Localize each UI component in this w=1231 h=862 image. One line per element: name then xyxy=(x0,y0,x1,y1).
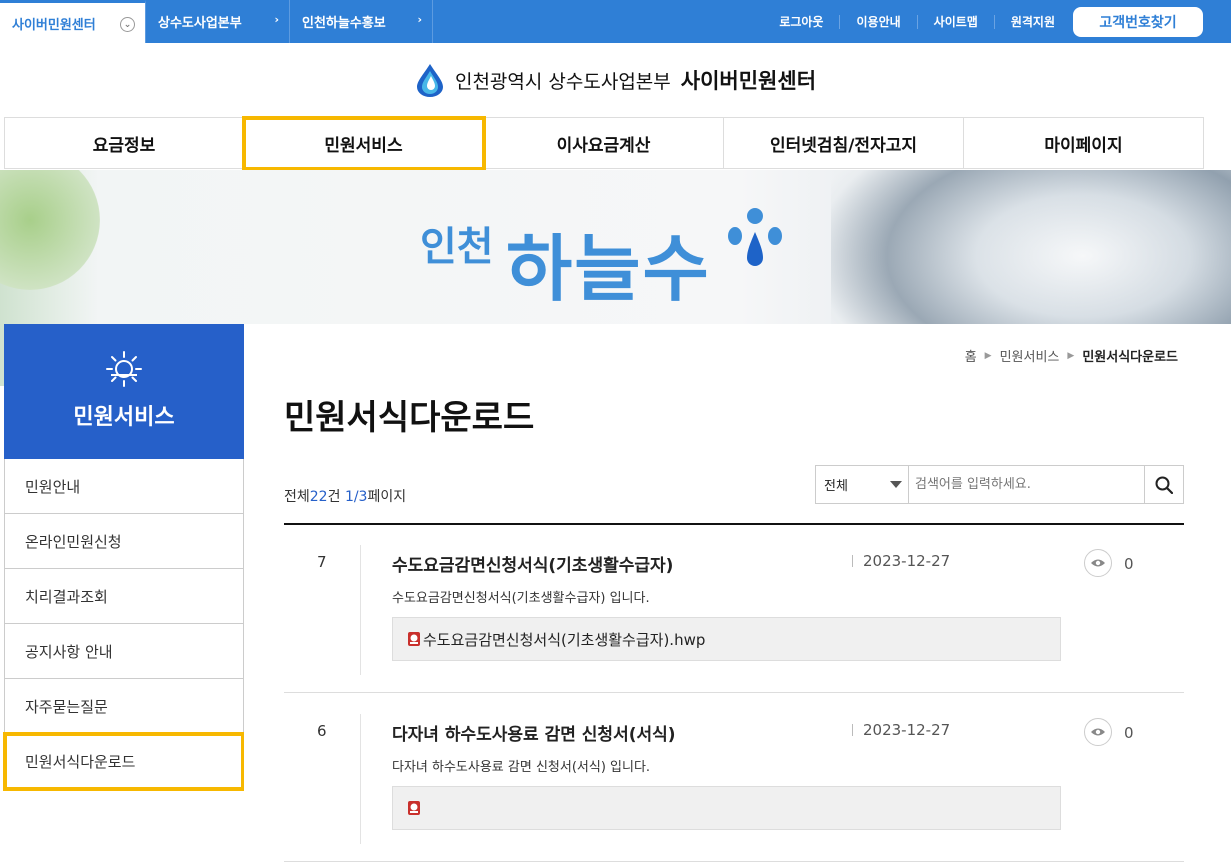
result-count: 전체22건 1/3페이지 xyxy=(284,486,406,506)
side-item-result-lookup[interactable]: 치리결과조회 xyxy=(5,569,243,624)
remote-support-link[interactable]: 원격지원 xyxy=(995,15,1071,29)
count-prefix: 전체 xyxy=(284,489,310,505)
guide-link[interactable]: 이용안내 xyxy=(840,14,918,29)
breadcrumb-parent[interactable]: 민원서비스 xyxy=(1000,346,1060,365)
list-item: 6 다자녀 하수도사용료 감면 신청서(서식) 2023-12-27 0 다자녀… xyxy=(284,694,1184,862)
site-tab-waterworks[interactable]: 상수도사업본부 › xyxy=(146,0,290,43)
side-menu-title: 민원서비스 xyxy=(73,405,175,430)
attachment-link[interactable] xyxy=(392,786,1061,830)
wordmark-small: 인천 xyxy=(420,224,494,270)
chevron-down-icon: ⌄ xyxy=(120,17,135,32)
site-tab-promo[interactable]: 인천하늘수홍보 › xyxy=(290,0,433,43)
eye-icon xyxy=(1084,718,1112,746)
page-title: 민원서식다운로드 xyxy=(284,398,535,438)
breadcrumb-current: 민원서식다운로드 xyxy=(1082,350,1178,365)
find-customer-number-button[interactable]: 고객번호찾기 xyxy=(1073,6,1203,37)
leaf-decoration xyxy=(0,170,100,290)
breadcrumb: 홈 ▶ 민원서비스 ▶ 민원서식다운로드 xyxy=(965,346,1178,365)
item-date: 2023-12-27 xyxy=(852,723,950,738)
nav-civil-service[interactable]: 민원서비스 xyxy=(242,116,486,171)
item-description: 수도요금감면신청서식(기초생활수급자) 입니다. xyxy=(392,591,650,606)
hwp-file-icon xyxy=(408,801,420,815)
search-scope-select[interactable]: 전체 xyxy=(816,466,909,503)
divider xyxy=(360,714,361,844)
utility-links: 로그아웃 이용안내 사이트맵 원격지원 고객번호찾기 xyxy=(763,0,1231,43)
count-total: 22 xyxy=(309,489,328,505)
eye-icon xyxy=(1084,549,1112,577)
item-views: 0 xyxy=(1124,555,1134,573)
main-navigation: 요금정보 민원서비스 이사요금계산 인터넷검침/전자고지 마이페이지 xyxy=(4,116,1204,171)
search-input[interactable] xyxy=(909,466,1144,503)
org-name: 인천광역시 상수도사업본부 xyxy=(454,70,671,93)
side-item-form-download[interactable]: 민원서식다운로드 xyxy=(3,732,245,791)
wordmark-big: 하늘수 xyxy=(506,227,711,311)
side-menu-header: 민원서비스 xyxy=(4,324,244,459)
site-logo[interactable]: 인천광역시 상수도사업본부 사이버민원센터 xyxy=(0,60,1231,100)
top-utility-bar: 사이버민원센터 ⌄ 상수도사업본부 › 인천하늘수홍보 › 로그아웃 이용안내 … xyxy=(0,0,1231,43)
sun-icon xyxy=(106,351,142,387)
main-content: 홈 ▶ 민원서비스 ▶ 민원서식다운로드 민원서식다운로드 전체22건 1/3페… xyxy=(244,324,1231,862)
site-tab-cyber-center[interactable]: 사이버민원센터 ⌄ xyxy=(0,0,146,43)
nav-moving-fee-calc[interactable]: 이사요금계산 xyxy=(484,118,724,169)
side-menu: 민원안내 온라인민원신청 치리결과조회 공지사항 안내 자주묻는질문 민원서식다… xyxy=(3,459,245,791)
search-scope-value: 전체 xyxy=(824,479,848,494)
nav-meter-e-bill[interactable]: 인터넷검침/전자고지 xyxy=(724,118,964,169)
search-bar: 전체 xyxy=(815,465,1184,504)
site-tab-label: 인천하늘수홍보 xyxy=(302,16,386,31)
water-drop-logo-icon xyxy=(416,64,443,97)
side-item-online-request[interactable]: 온라인민원신청 xyxy=(5,514,243,569)
site-tab-label: 상수도사업본부 xyxy=(158,16,242,31)
item-views: 0 xyxy=(1124,724,1134,742)
chevron-right-icon: › xyxy=(274,13,279,26)
count-unit: 건 xyxy=(327,489,345,505)
dropdown-arrow-icon xyxy=(890,481,902,488)
item-title-link[interactable]: 다자녀 하수도사용료 감면 신청서(서식) xyxy=(392,720,676,745)
search-icon xyxy=(1155,476,1173,494)
count-page: 1/3 xyxy=(344,489,368,505)
attachment-filename: 수도요금감면신청서식(기초생활수급자).hwp xyxy=(423,630,706,649)
nav-mypage[interactable]: 마이페이지 xyxy=(964,118,1204,169)
count-suffix: 페이지 xyxy=(367,489,407,505)
item-number: 6 xyxy=(317,722,327,740)
nav-fee-info[interactable]: 요금정보 xyxy=(4,118,244,169)
sitemap-link[interactable]: 사이트맵 xyxy=(918,14,995,29)
item-title-link[interactable]: 수도요금감면신청서식(기초생활수급자) xyxy=(392,551,673,576)
hwp-file-icon xyxy=(408,632,420,646)
item-number: 7 xyxy=(317,553,327,571)
attachment-link[interactable]: 수도요금감면신청서식(기초생활수급자).hwp xyxy=(392,617,1061,661)
site-tab-label: 사이버민원센터 xyxy=(12,17,96,33)
breadcrumb-separator-icon: ▶ xyxy=(1067,350,1075,361)
search-button[interactable] xyxy=(1144,466,1183,503)
item-description: 다자녀 하수도사용료 감면 신청서(서식) 입니다. xyxy=(392,760,651,775)
water-drops-icon xyxy=(728,208,782,266)
side-item-notice[interactable]: 공지사항 안내 xyxy=(5,624,243,679)
breadcrumb-separator-icon: ▶ xyxy=(984,350,992,361)
side-item-faq[interactable]: 자주묻는질문 xyxy=(5,679,243,734)
chevron-right-icon: › xyxy=(417,13,422,26)
logout-link[interactable]: 로그아웃 xyxy=(763,14,841,29)
item-date: 2023-12-27 xyxy=(852,554,950,569)
side-item-civil-guide[interactable]: 민원안내 xyxy=(5,459,243,514)
list-item: 7 수도요금감면신청서식(기초생활수급자) 2023-12-27 0 수도요금감… xyxy=(284,525,1184,693)
divider xyxy=(360,545,361,675)
breadcrumb-home[interactable]: 홈 xyxy=(965,346,977,365)
center-name: 사이버민원센터 xyxy=(680,69,817,93)
